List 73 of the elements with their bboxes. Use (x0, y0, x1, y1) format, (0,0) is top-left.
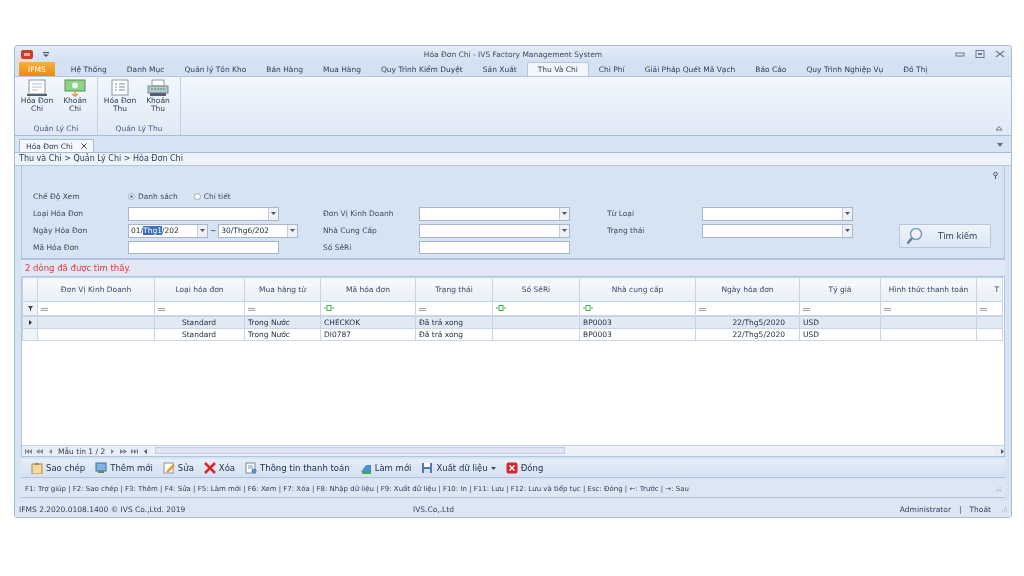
close-icon[interactable] (80, 143, 87, 149)
equals-icon (419, 308, 426, 311)
pencil-icon (162, 462, 175, 474)
equals-icon (699, 308, 706, 311)
previous-page-icon[interactable] (36, 448, 43, 454)
toolbar-button[interactable]: Thông tin thanh toán (245, 462, 350, 474)
input-field[interactable] (128, 241, 279, 254)
dropdown-icon (845, 229, 850, 232)
breadcrumb: Thu và Chi > Quản Lý Chi > Hóa Đơn Chi (15, 153, 1011, 166)
dropdown-icon[interactable] (997, 143, 1003, 147)
banknote-icon (64, 79, 86, 97)
monitor-icon (95, 462, 108, 474)
radio-selected-icon[interactable] (128, 193, 135, 200)
radio-icon[interactable] (193, 193, 201, 200)
dropdown-icon (562, 229, 567, 232)
toolbar-button[interactable]: Xuất dữ liệu (421, 462, 496, 474)
next-page-icon[interactable] (120, 448, 128, 454)
toolbar-button[interactable]: Sửa (162, 462, 194, 474)
contains-icon (496, 305, 506, 311)
toolbar-button[interactable]: Sao chép (31, 462, 86, 474)
equals-icon (158, 308, 165, 311)
equals-icon (248, 308, 255, 311)
equals-icon (803, 308, 810, 311)
minimize-icon[interactable] (955, 50, 965, 58)
previous-record-icon[interactable] (47, 448, 54, 454)
printer-icon (147, 79, 169, 97)
current-row-icon (28, 320, 32, 325)
contains-icon (324, 305, 334, 311)
toolbar-button[interactable]: Xóa (203, 462, 236, 474)
dropdown-button[interactable] (197, 224, 207, 237)
equals-icon (980, 308, 987, 311)
toolbar-button[interactable]: Đóng (505, 462, 544, 474)
last-record-icon[interactable] (131, 448, 139, 454)
caret-icon (490, 466, 496, 470)
resize-grip-icon (995, 485, 1001, 492)
dropdown-icon (200, 229, 205, 232)
cross-icon (203, 462, 216, 474)
document-icon (26, 79, 48, 97)
dropdown-icon (271, 212, 276, 215)
dropdown-icon (290, 229, 296, 232)
dropdown-button[interactable] (842, 207, 852, 220)
document-icon (245, 462, 258, 474)
dropdown-button[interactable] (268, 207, 278, 220)
next-record-icon[interactable] (109, 448, 117, 454)
equals-icon (41, 308, 48, 311)
dropdown-button[interactable] (559, 224, 569, 237)
equals-icon (884, 308, 891, 311)
contains-icon (583, 305, 593, 311)
filter-icon (27, 306, 33, 311)
dropdown-icon (845, 212, 850, 215)
close-icon (505, 462, 518, 474)
dropdown-button[interactable] (559, 207, 569, 220)
input-field[interactable] (419, 241, 570, 254)
first-record-icon[interactable] (25, 448, 32, 454)
dropdown-button[interactable] (842, 224, 852, 237)
quick-access-icon[interactable] (43, 51, 49, 57)
toolbar-button[interactable]: Làm mới (359, 462, 412, 474)
resize-grip-icon (1001, 506, 1007, 512)
search-icon (906, 227, 924, 245)
dropdown-icon (562, 212, 567, 215)
collapse-ribbon-icon[interactable] (995, 125, 1003, 131)
pin-icon[interactable] (993, 172, 998, 179)
scroll-left-icon[interactable] (144, 448, 148, 454)
list-document-icon (109, 79, 131, 97)
result-message: 2 dòng đã được tìm thấy. (21, 260, 1005, 277)
search-button[interactable]: Tìm kiếm (899, 224, 991, 248)
toolbar-button[interactable]: Thêm mới (95, 462, 153, 474)
app-icon (21, 49, 33, 59)
horizontal-scrollbar[interactable] (151, 447, 994, 455)
dropdown-button[interactable] (287, 224, 298, 237)
maximize-icon[interactable] (975, 50, 985, 58)
scroll-right-icon[interactable] (1001, 448, 1004, 454)
clipboard-icon (31, 462, 43, 474)
